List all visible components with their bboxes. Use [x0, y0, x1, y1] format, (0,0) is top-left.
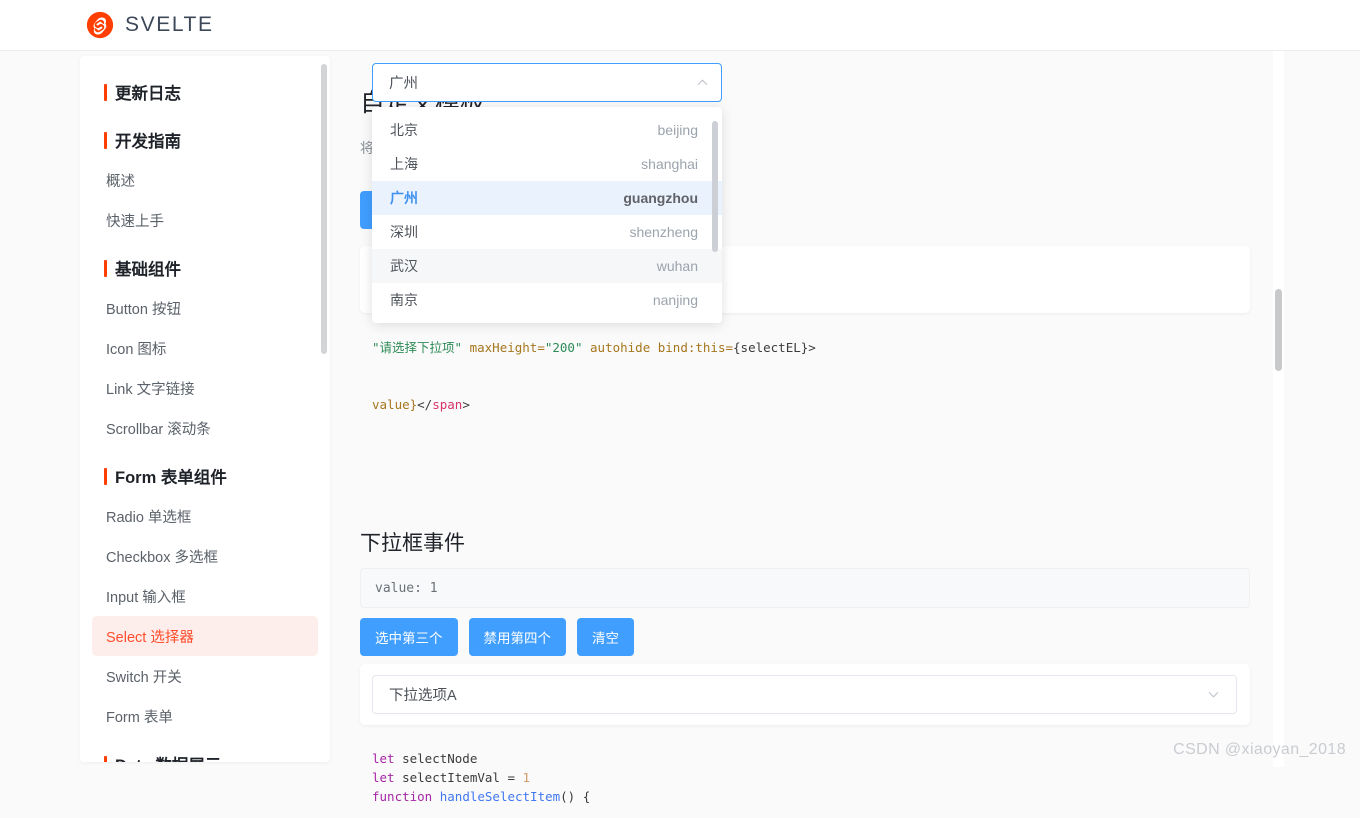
dropdown-option[interactable]: 上海 shanghai — [372, 147, 722, 181]
sidebar-scrollbar-thumb[interactable] — [321, 64, 327, 354]
option-value: guangzhou — [623, 190, 698, 206]
code-keyword: let — [372, 770, 395, 785]
sidebar-item-input[interactable]: Input 输入框 — [92, 576, 318, 616]
disable-fourth-button[interactable]: 禁用第四个 — [468, 618, 566, 656]
dropdown-option[interactable]: 南京 nanjing — [372, 283, 722, 317]
watermark: CSDN @xiaoyan_2018 — [1173, 741, 1346, 758]
code-string: "请选择下拉项" — [372, 340, 463, 355]
select-open-wrapper: 广州 北京 beijing 上海 shanghai 广州 guangzhou 深… — [372, 63, 722, 323]
accent-bar-icon — [104, 131, 107, 149]
sidebar-group-label: 更新日志 — [115, 85, 181, 103]
sidebar-item-overview[interactable]: 概述 — [92, 160, 318, 200]
code-binding: {selectEL} — [733, 340, 809, 355]
app-header: SVELTE — [0, 0, 1360, 51]
option-label: 上海 — [390, 156, 418, 172]
option-value: nanjing — [652, 292, 698, 308]
dropdown-scrollbar-thumb[interactable] — [712, 121, 718, 252]
sidebar: 更新日志 开发指南 概述 快速上手 基础组件 Button 按钮 Icon 图标… — [80, 56, 330, 762]
sidebar-item-radio[interactable]: Radio 单选框 — [92, 496, 318, 536]
page-scrollbar-thumb[interactable] — [1275, 289, 1282, 371]
events-title: 下拉框事件 — [360, 532, 465, 555]
option-label: 南京 — [390, 292, 418, 308]
code-punct: </ — [417, 397, 433, 412]
dropdown-option[interactable]: 深圳 shenzheng — [372, 215, 722, 249]
sidebar-item-select[interactable]: Select 选择器 — [92, 616, 318, 656]
code-attr: maxHeight= — [462, 340, 545, 355]
sidebar-group-label: Form 表单组件 — [115, 469, 227, 487]
code-attr: autohide bind:this= — [582, 340, 734, 355]
accent-bar-icon — [104, 467, 107, 485]
chevron-down-icon[interactable] — [1207, 688, 1220, 701]
code-text: selectItemVal = — [394, 770, 523, 785]
option-value: beijing — [657, 122, 698, 138]
sidebar-group-form[interactable]: Form 表单组件 — [80, 456, 330, 496]
sidebar-group-label: 基础组件 — [115, 261, 181, 279]
select-event-demo-card: 下拉选项A — [360, 664, 1250, 725]
code-keyword: function — [372, 789, 433, 804]
select-value: 广州 — [389, 76, 418, 92]
option-value: shenzheng — [629, 224, 698, 240]
code-number: 1 — [522, 770, 531, 785]
accent-bar-icon — [104, 755, 107, 762]
select-closed-value: 下拉选项A — [389, 688, 457, 704]
sidebar-group-basic[interactable]: 基础组件 — [80, 248, 330, 288]
sidebar-item-icon[interactable]: Icon 图标 — [92, 328, 318, 368]
dropdown-option[interactable]: 北京 beijing — [372, 113, 722, 147]
code-block-template: "请选择下拉项" maxHeight="200" autohide bind:t… — [360, 326, 1250, 486]
sidebar-item-quickstart[interactable]: 快速上手 — [92, 200, 318, 240]
chevron-up-icon[interactable] — [696, 76, 709, 89]
code-punct: > — [808, 340, 816, 355]
option-value: wuhan — [656, 258, 698, 274]
code-block-script: let selectNode let selectItemVal = 1 fun… — [360, 736, 1250, 818]
accent-bar-icon — [104, 259, 107, 277]
code-text: selectNode — [394, 751, 478, 766]
page-body: 更新日志 开发指南 概述 快速上手 基础组件 Button 按钮 Icon 图标… — [0, 51, 1360, 818]
value-display-panel: value: 1 — [360, 568, 1250, 608]
brand[interactable]: SVELTE — [86, 11, 214, 39]
option-label: 北京 — [390, 122, 418, 138]
event-button-row: 选中第三个 禁用第四个 清空 — [360, 618, 634, 656]
code-attr-value: "200" — [544, 340, 583, 355]
sidebar-item-switch[interactable]: Switch 开关 — [92, 656, 318, 696]
sidebar-item-form[interactable]: Form 表单 — [92, 696, 318, 736]
main-content: 自定义模板 将自定义的 HTML 模板插入 Option 的 slot 中即可。… — [360, 51, 1260, 818]
select-input[interactable]: 广州 — [372, 63, 722, 102]
sidebar-item-button[interactable]: Button 按钮 — [92, 288, 318, 328]
sidebar-item-checkbox[interactable]: Checkbox 多选框 — [92, 536, 318, 576]
option-label: 深圳 — [390, 224, 418, 240]
code-function: handleSelectItem — [432, 789, 561, 804]
code-tag: span — [432, 397, 463, 412]
sidebar-group-changelog[interactable]: 更新日志 — [80, 72, 330, 112]
option-value: shanghai — [641, 156, 698, 172]
code-binding: value} — [372, 397, 418, 412]
brand-name: SVELTE — [125, 13, 214, 36]
accent-bar-icon — [104, 83, 107, 101]
dropdown-option[interactable]: 武汉 wuhan — [372, 249, 722, 283]
code-punct: > — [462, 397, 470, 412]
code-punct: () { — [560, 789, 591, 804]
select-dropdown-panel: 北京 beijing 上海 shanghai 广州 guangzhou 深圳 s… — [372, 107, 722, 323]
page-scrollbar-track[interactable] — [1273, 51, 1284, 767]
svelte-logo-icon — [86, 11, 114, 39]
select-closed-input[interactable]: 下拉选项A — [372, 675, 1237, 714]
option-label: 武汉 — [390, 258, 418, 274]
sidebar-group-label: 开发指南 — [115, 133, 181, 151]
option-label: 广州 — [390, 190, 418, 206]
sidebar-item-link[interactable]: Link 文字链接 — [92, 368, 318, 408]
code-keyword: let — [372, 751, 395, 766]
sidebar-item-scrollbar[interactable]: Scrollbar 滚动条 — [92, 408, 318, 448]
dropdown-option-selected[interactable]: 广州 guangzhou — [372, 181, 722, 215]
clear-button[interactable]: 清空 — [577, 618, 634, 656]
sidebar-group-data[interactable]: Data 数据展示 — [80, 744, 330, 762]
sidebar-group-label: Data 数据展示 — [115, 752, 221, 762]
select-third-button[interactable]: 选中第三个 — [360, 618, 458, 656]
sidebar-group-guide[interactable]: 开发指南 — [80, 120, 330, 160]
